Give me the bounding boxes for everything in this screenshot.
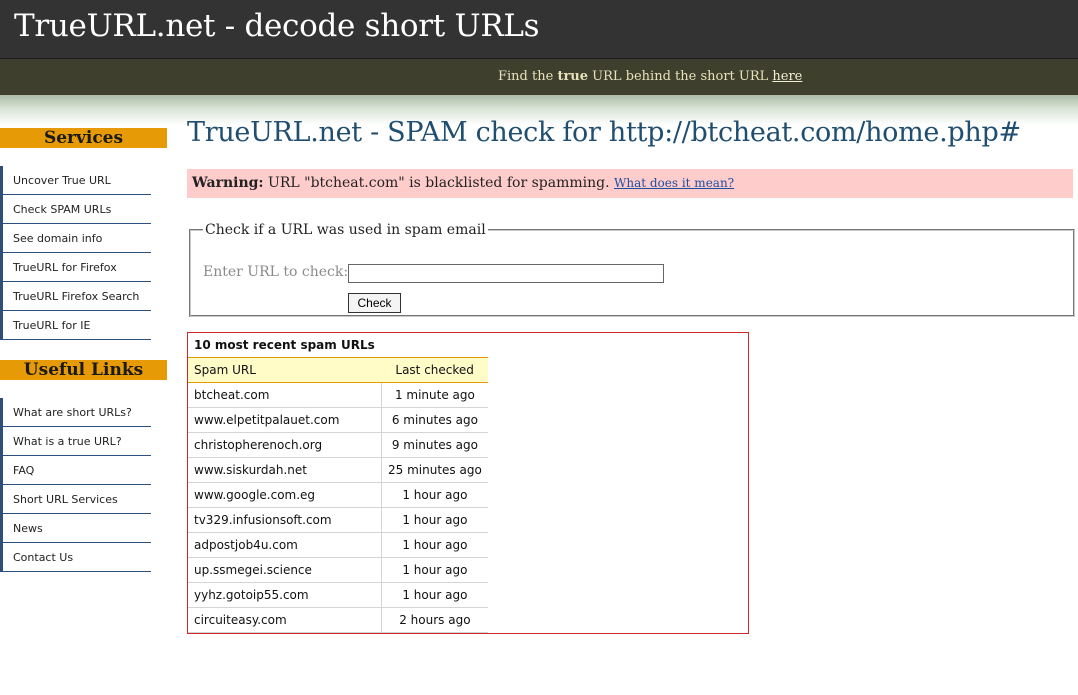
spam-url-cell: adpostjob4u.com — [188, 532, 382, 558]
sidebar-link[interactable]: What is a true URL? — [3, 427, 151, 455]
last-checked-cell: 9 minutes ago — [381, 432, 488, 458]
last-checked-cell: 1 hour ago — [381, 482, 488, 508]
column-header-last-checked: Last checked — [381, 357, 488, 383]
last-checked-cell: 1 hour ago — [381, 532, 488, 558]
table-row: www.siskurdah.net 25 minutes ago — [188, 457, 488, 483]
table-row: www.google.com.eg 1 hour ago — [188, 482, 488, 508]
spam-url-cell: up.ssmegei.science — [188, 557, 382, 583]
warning-label: Warning: — [192, 175, 264, 191]
sidebar-link[interactable]: TrueURL for IE — [3, 311, 151, 339]
table-row: tv329.infusionsoft.com 1 hour ago — [188, 507, 488, 533]
recent-spam-caption: 10 most recent spam URLs — [194, 338, 375, 352]
sidebar-link[interactable]: TrueURL Firefox Search — [3, 282, 151, 310]
site-header: TrueURL.net - decode short URLs — [0, 0, 1078, 59]
spam-url-cell: christopherenoch.org — [188, 432, 382, 458]
spam-url-cell: circuiteasy.com — [188, 607, 382, 633]
spam-url-cell: yyhz.gotoip55.com — [188, 582, 382, 608]
services-heading: Services — [0, 128, 167, 148]
table-row: christopherenoch.org 9 minutes ago — [188, 432, 488, 458]
sidebar-link[interactable]: See domain info — [3, 224, 151, 252]
table-row: circuiteasy.com 2 hours ago — [188, 607, 488, 633]
url-input[interactable] — [348, 264, 664, 283]
spam-check-form: Check if a URL was used in spam email En… — [189, 222, 1075, 317]
tagline-bold: true — [557, 69, 589, 84]
sidebar-link[interactable]: Uncover True URL — [3, 166, 151, 194]
useful-links-nav: What are short URLs? What is a true URL?… — [0, 398, 151, 572]
sidebar-item-trueurl-firefox: TrueURL for Firefox — [0, 253, 151, 282]
tagline-here-link[interactable]: here — [772, 69, 802, 84]
table-row: adpostjob4u.com 1 hour ago — [188, 532, 488, 558]
spam-url-cell: www.google.com.eg — [188, 482, 382, 508]
spam-url-cell: www.siskurdah.net — [188, 457, 382, 483]
warning-text: URL "btcheat.com" is blacklisted for spa… — [263, 175, 614, 191]
last-checked-cell: 25 minutes ago — [381, 457, 488, 483]
sidebar-link[interactable]: TrueURL for Firefox — [3, 253, 151, 281]
form-legend: Check if a URL was used in spam email — [205, 222, 486, 238]
sidebar-item-see-domain-info: See domain info — [0, 224, 151, 253]
site-title: TrueURL.net - decode short URLs — [14, 8, 540, 44]
sidebar-item-what-is-true-url: What is a true URL? — [0, 427, 151, 456]
tagline-bar: Find the true URL behind the short URL h… — [0, 59, 1078, 95]
table-header-row: Spam URL Last checked — [188, 357, 488, 383]
url-label: Enter URL to check: — [203, 264, 349, 280]
services-nav: Uncover True URL Check SPAM URLs See dom… — [0, 166, 151, 340]
sidebar-item-check-spam-urls: Check SPAM URLs — [0, 195, 151, 224]
table-row: up.ssmegei.science 1 hour ago — [188, 557, 488, 583]
recent-spam-table: Spam URL Last checked btcheat.com 1 minut… — [188, 357, 488, 633]
last-checked-cell: 1 minute ago — [381, 382, 488, 408]
sidebar-item-news: News — [0, 514, 151, 543]
sidebar-link[interactable]: News — [3, 514, 151, 542]
check-button[interactable]: Check — [348, 293, 401, 313]
sidebar-item-trueurl-firefox-search: TrueURL Firefox Search — [0, 282, 151, 311]
table-row: yyhz.gotoip55.com 1 hour ago — [188, 582, 488, 608]
recent-spam-panel: 10 most recent spam URLs Spam URL Last c… — [187, 332, 749, 634]
tagline: Find the true URL behind the short URL h… — [498, 69, 802, 84]
sidebar-link[interactable]: Check SPAM URLs — [3, 195, 151, 223]
table-row: btcheat.com 1 minute ago — [188, 382, 488, 408]
sidebar-link[interactable]: Short URL Services — [3, 485, 151, 513]
sidebar-item-faq: FAQ — [0, 456, 151, 485]
what-does-it-mean-link[interactable]: What does it mean? — [614, 176, 734, 190]
last-checked-cell: 1 hour ago — [381, 582, 488, 608]
spam-url-cell: www.elpetitpalauet.com — [188, 407, 382, 433]
sidebar-link[interactable]: Contact Us — [3, 543, 151, 571]
spam-url-cell: tv329.infusionsoft.com — [188, 507, 382, 533]
sidebar-item-short-url-services: Short URL Services — [0, 485, 151, 514]
sidebar-link[interactable]: FAQ — [3, 456, 151, 484]
page-title: TrueURL.net - SPAM check for http://btch… — [187, 117, 1021, 148]
tagline-text: Find the — [498, 69, 558, 84]
sidebar-link[interactable]: What are short URLs? — [3, 398, 151, 426]
last-checked-cell: 1 hour ago — [381, 557, 488, 583]
tagline-text-2: URL behind the short URL — [588, 69, 773, 84]
warning-banner: Warning: URL "btcheat.com" is blackliste… — [187, 169, 1073, 198]
last-checked-cell: 6 minutes ago — [381, 407, 488, 433]
table-row: www.elpetitpalauet.com 6 minutes ago — [188, 407, 488, 433]
last-checked-cell: 2 hours ago — [381, 607, 488, 633]
useful-links-heading: Useful Links — [0, 360, 167, 380]
last-checked-cell: 1 hour ago — [381, 507, 488, 533]
spam-url-cell: btcheat.com — [188, 382, 382, 408]
column-header-spam-url: Spam URL — [188, 357, 382, 383]
sidebar-item-contact-us: Contact Us — [0, 543, 151, 572]
sidebar-item-what-are-short-urls: What are short URLs? — [0, 398, 151, 427]
sidebar-item-uncover-true-url: Uncover True URL — [0, 166, 151, 195]
sidebar-item-trueurl-ie: TrueURL for IE — [0, 311, 151, 340]
